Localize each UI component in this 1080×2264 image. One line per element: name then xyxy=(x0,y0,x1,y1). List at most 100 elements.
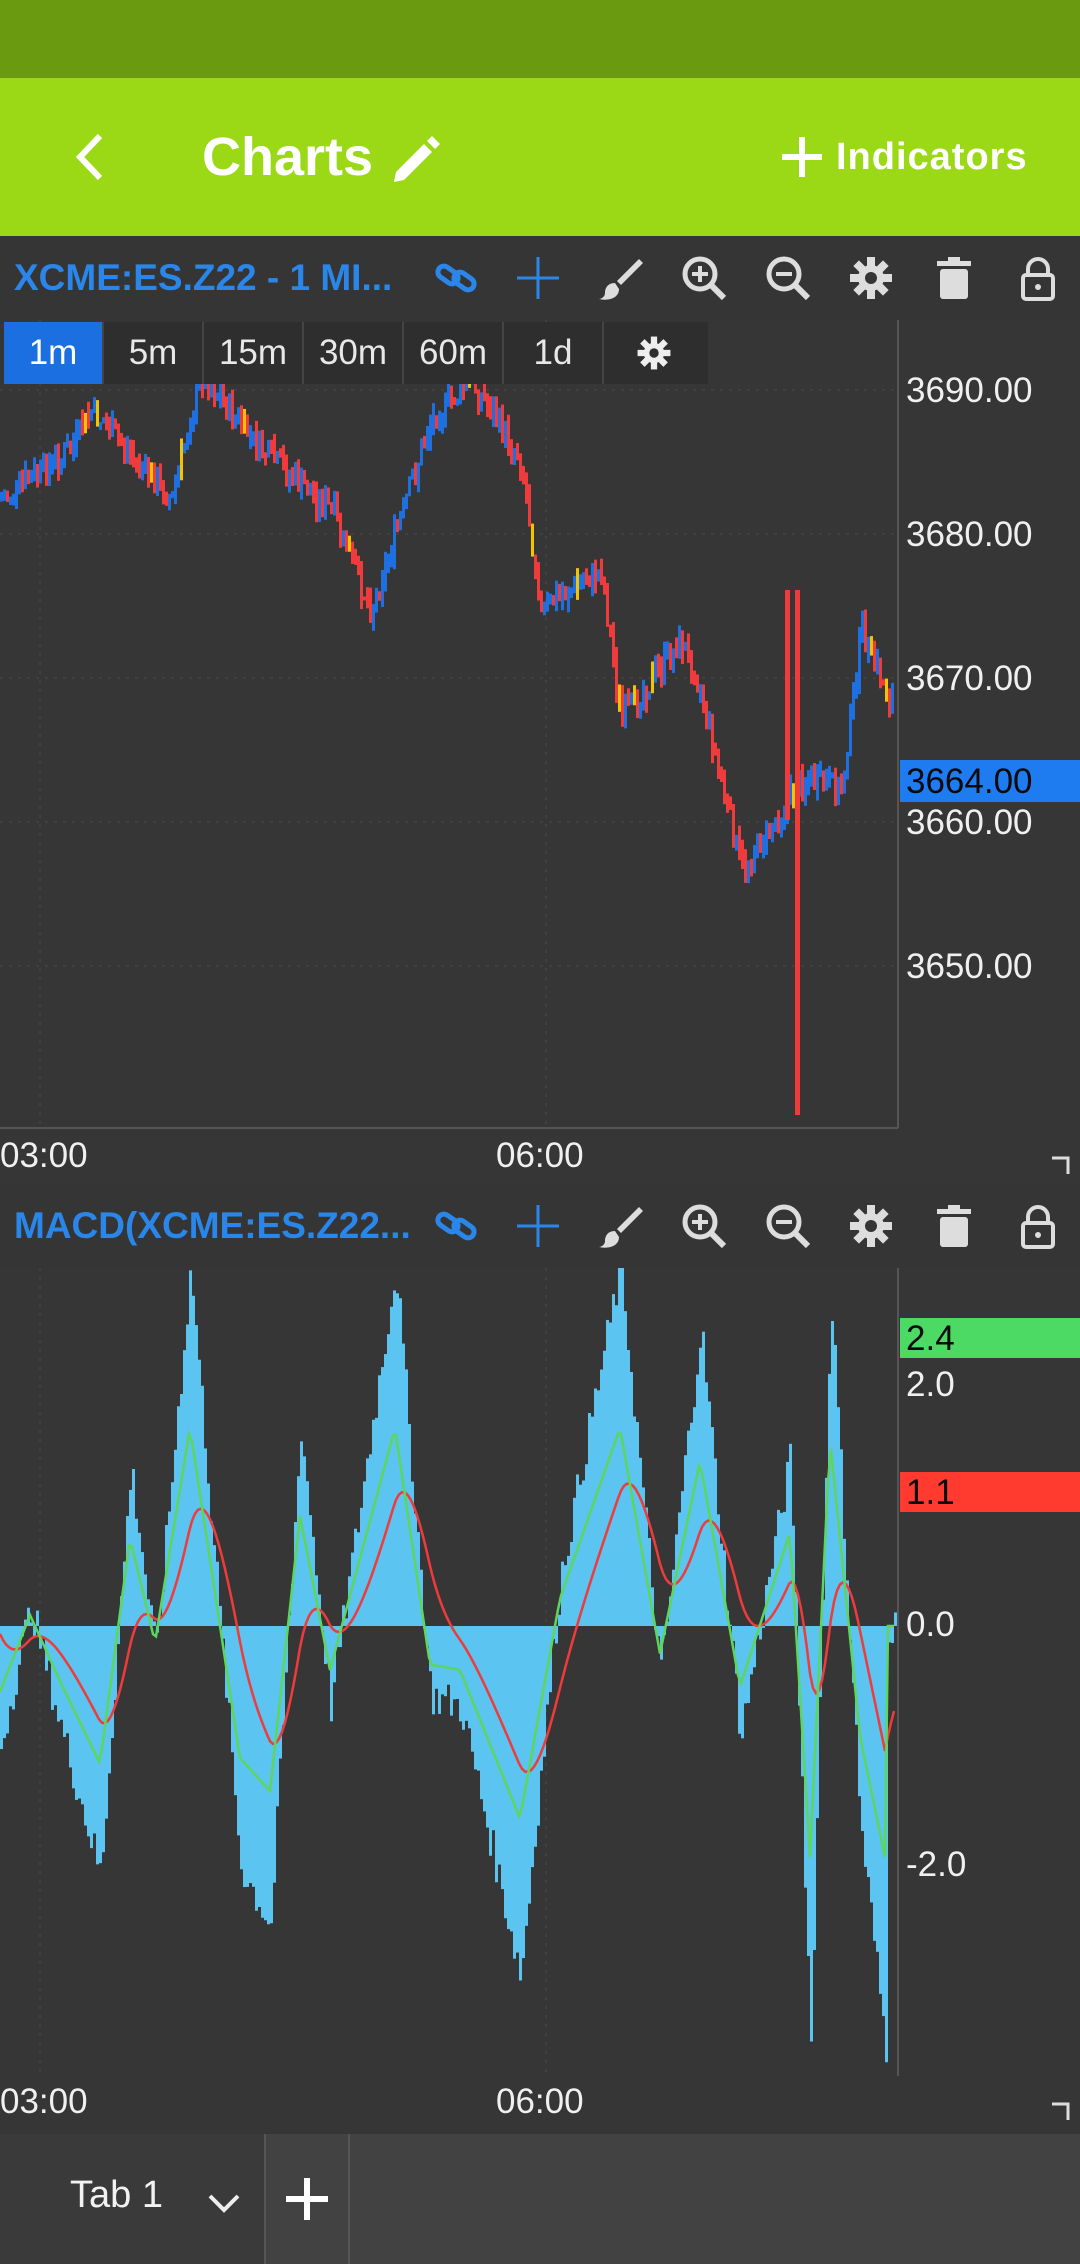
macd-zoom-out-button[interactable] xyxy=(760,1198,816,1254)
macd-histogram-bar xyxy=(237,1626,240,1836)
price-candle xyxy=(570,587,573,599)
price-candle xyxy=(222,383,225,408)
price-candle xyxy=(504,420,507,449)
settings-button[interactable] xyxy=(843,250,899,306)
price-candle xyxy=(267,439,270,458)
price-candle xyxy=(552,595,555,606)
macd-histogram-bar xyxy=(510,1626,513,1932)
price-panel-title[interactable]: XCME:ES.Z22 - 1 MI... xyxy=(14,236,392,320)
macd-zoom-in-button[interactable] xyxy=(676,1198,732,1254)
price-candle xyxy=(630,692,633,705)
price-candle xyxy=(879,657,882,689)
price-candle xyxy=(705,700,708,730)
resize-handle-icon[interactable] xyxy=(1050,2100,1072,2122)
timeframe-settings-button[interactable] xyxy=(604,322,704,384)
price-candle xyxy=(834,767,837,807)
price-candle xyxy=(813,762,816,790)
macd-histogram-bar xyxy=(186,1324,189,1626)
macd-histogram-bar xyxy=(78,1626,81,1799)
price-candle xyxy=(186,432,189,451)
price-candle xyxy=(363,596,366,601)
link-button[interactable] xyxy=(428,250,484,306)
macd-chart[interactable]: 2.0 0.0 -2.0 2.4 1.1 xyxy=(0,1268,1080,2078)
price-candle xyxy=(405,493,408,510)
macd-link-button[interactable] xyxy=(428,1198,484,1254)
price-candle xyxy=(420,438,423,466)
macd-histogram-bar xyxy=(84,1626,87,1826)
price-candle xyxy=(825,768,828,791)
macd-lock-button[interactable] xyxy=(1010,1198,1066,1254)
price-candle xyxy=(597,569,600,582)
delete-button[interactable] xyxy=(926,250,982,306)
add-tab-button[interactable] xyxy=(266,2134,350,2264)
macd-histogram-bar xyxy=(483,1626,486,1812)
price-candle xyxy=(510,439,513,465)
timeframe-1m[interactable]: 1m xyxy=(4,322,104,384)
price-candle xyxy=(672,648,675,673)
price-candle xyxy=(876,648,879,675)
price-chart[interactable]: 3700.003690.003680.003670.003660.003650.… xyxy=(0,320,1080,1160)
timeframe-15m[interactable]: 15m xyxy=(204,322,304,384)
macd-histogram-bar xyxy=(264,1626,267,1921)
price-candle xyxy=(177,465,180,488)
price-candle xyxy=(333,490,336,516)
price-candle xyxy=(690,650,693,684)
price-candle xyxy=(843,770,846,794)
price-candle xyxy=(93,397,96,414)
price-candle xyxy=(138,453,141,479)
price-candle xyxy=(561,581,564,611)
macd-histogram-bar xyxy=(876,1626,879,1952)
timeframe-1d[interactable]: 1d xyxy=(504,322,604,384)
edit-title-button[interactable] xyxy=(388,132,444,188)
macd-crosshair-button[interactable] xyxy=(510,1198,566,1254)
macd-histogram-bar xyxy=(699,1347,702,1626)
macd-histogram-bar xyxy=(12,1626,15,1710)
crosshair-icon xyxy=(517,1205,559,1247)
macd-histogram-bar xyxy=(180,1394,183,1626)
price-candle xyxy=(99,422,102,430)
price-candle xyxy=(54,444,57,470)
chevron-down-icon[interactable] xyxy=(206,2192,242,2216)
price-candle xyxy=(489,396,492,420)
indicators-button[interactable]: Indicators xyxy=(780,120,1028,194)
price-candle xyxy=(360,561,363,610)
macd-settings-button[interactable] xyxy=(843,1198,899,1254)
timeframe-5m[interactable]: 5m xyxy=(104,322,204,384)
price-candle xyxy=(399,511,402,531)
price-candle xyxy=(765,820,768,855)
macd-brush-button[interactable] xyxy=(592,1198,648,1254)
lock-button[interactable] xyxy=(1010,250,1066,306)
zoom-out-button[interactable] xyxy=(760,250,816,306)
price-candle xyxy=(558,583,561,602)
price-candle xyxy=(792,783,795,809)
macd-panel-title[interactable]: MACD(XCME:ES.Z22... xyxy=(14,1184,411,1268)
price-candle xyxy=(450,385,453,409)
price-candle xyxy=(288,469,291,493)
price-candle xyxy=(594,559,597,594)
macd-histogram-bar xyxy=(360,1507,363,1626)
brush-button[interactable] xyxy=(592,250,648,306)
price-candle xyxy=(153,462,156,494)
price-candle xyxy=(42,452,45,473)
price-candle xyxy=(498,407,501,433)
zoom-in-button[interactable] xyxy=(676,250,732,306)
price-candle xyxy=(297,459,300,492)
resize-handle-icon[interactable] xyxy=(1050,1154,1072,1176)
macd-histogram-bar xyxy=(252,1626,255,1887)
macd-histogram-bar xyxy=(90,1626,93,1849)
zoom-in-icon xyxy=(682,256,727,301)
price-candle xyxy=(384,551,387,592)
lock-icon xyxy=(1021,1205,1055,1249)
macd-delete-button[interactable] xyxy=(926,1198,982,1254)
back-button[interactable] xyxy=(56,120,130,194)
timeframe-60m[interactable]: 60m xyxy=(404,322,504,384)
price-candle xyxy=(252,431,255,447)
tab-1[interactable]: Tab 1 xyxy=(0,2134,266,2264)
price-candle xyxy=(654,655,657,683)
price-candle xyxy=(225,396,228,420)
price-ytick: 3670.00 xyxy=(906,659,1033,698)
timeframe-30m[interactable]: 30m xyxy=(304,322,404,384)
macd-histogram-bar xyxy=(612,1294,615,1626)
macd-histogram-bar xyxy=(15,1626,18,1695)
crosshair-button[interactable] xyxy=(510,250,566,306)
